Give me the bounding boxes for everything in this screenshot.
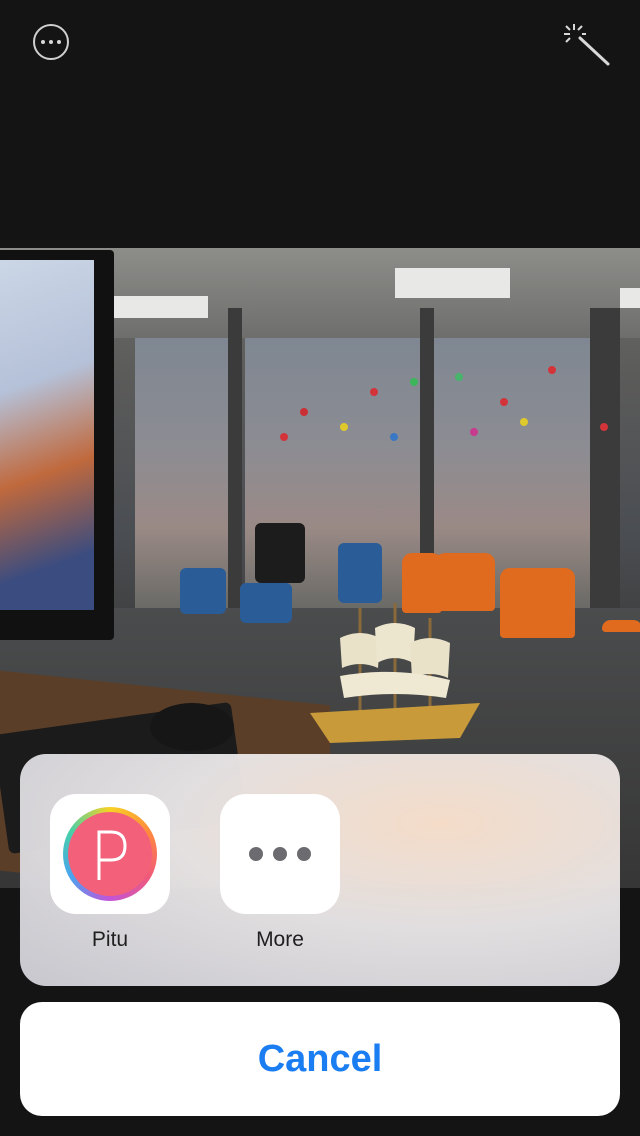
share-app-more[interactable]: More (220, 794, 340, 952)
monitor-screen (0, 260, 94, 610)
pitu-letter-p (97, 830, 127, 880)
magic-wand-icon[interactable] (560, 20, 612, 70)
mouse (150, 703, 234, 751)
window-frame (590, 308, 620, 638)
heart-decoration (300, 408, 308, 416)
pitu-logo (68, 812, 152, 896)
dot (297, 847, 311, 861)
heart-decoration (340, 423, 348, 431)
share-app-pitu[interactable]: Pitu (50, 794, 170, 952)
dot (249, 847, 263, 861)
pitu-logo-ring (63, 807, 157, 901)
ceiling-light (395, 268, 510, 298)
computer-monitor (0, 250, 114, 640)
heart-decoration (390, 433, 398, 441)
share-sheet: Pitu More (20, 754, 620, 986)
office-chair (240, 583, 292, 623)
ceiling-light (620, 288, 640, 308)
model-ship (310, 603, 480, 743)
heart-decoration (370, 388, 378, 396)
heart-decoration (410, 378, 418, 386)
heart-decoration (470, 428, 478, 436)
app-label: Pitu (91, 928, 129, 951)
dot (49, 40, 53, 44)
dot (273, 847, 287, 861)
office-chair (255, 523, 305, 583)
heart-decoration (500, 398, 508, 406)
dot (41, 40, 45, 44)
dot (57, 40, 61, 44)
heart-decoration (600, 423, 608, 431)
heart-decoration (455, 373, 463, 381)
orange-chair (602, 620, 640, 632)
app-label: More (256, 928, 304, 951)
heart-decoration (548, 366, 556, 374)
ellipsis-icon (220, 794, 340, 914)
cancel-button[interactable]: Cancel (20, 1002, 620, 1116)
heart-decoration (280, 433, 288, 441)
more-app-icon[interactable] (220, 794, 340, 914)
office-chair (180, 568, 226, 614)
pitu-app-icon[interactable] (50, 794, 170, 914)
office-chair (338, 543, 382, 603)
top-bar (0, 0, 640, 248)
orange-chair (500, 568, 575, 638)
ellipsis-circle-icon[interactable] (33, 24, 69, 60)
ceiling-light (112, 296, 208, 318)
heart-decoration (520, 418, 528, 426)
